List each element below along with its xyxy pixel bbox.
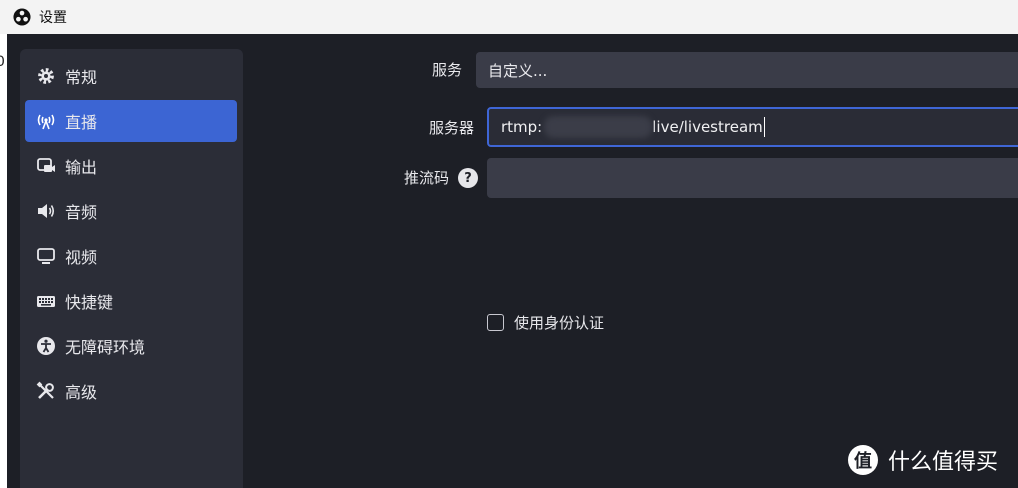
sidebar-item-advanced[interactable]: 高级: [25, 370, 237, 412]
service-select[interactable]: 自定义...: [476, 52, 1018, 88]
sidebar-item-output[interactable]: 输出: [25, 145, 237, 187]
background-window-edge: 0: [0, 34, 7, 488]
service-selected-value: 自定义...: [488, 61, 548, 80]
sidebar-item-stream[interactable]: 直播: [25, 100, 237, 142]
redacted-blur: [544, 116, 653, 138]
accessibility-icon: [35, 335, 57, 357]
text-cursor: [763, 117, 765, 137]
sidebar-item-label: 快捷键: [65, 293, 114, 312]
sidebar-item-accessibility[interactable]: 无障碍环境: [25, 325, 237, 367]
window-title: 设置: [39, 10, 67, 26]
output-icon: [35, 155, 57, 177]
sidebar-item-label: 视频: [65, 248, 98, 267]
server-input[interactable]: rtmp: live/livestream: [487, 107, 1018, 147]
sidebar-item-label: 高级: [65, 383, 98, 402]
sidebar-item-hotkeys[interactable]: 快捷键: [25, 280, 237, 322]
stream-key-label: 推流码: [404, 169, 450, 187]
sidebar-item-general[interactable]: 常规: [25, 55, 237, 97]
title-bar: 设置: [0, 0, 1018, 34]
speaker-icon: [35, 200, 57, 222]
sidebar-item-label: 输出: [65, 158, 98, 177]
watermark: 值 什么值得买: [848, 441, 998, 479]
use-auth-checkbox[interactable]: [487, 313, 504, 331]
obs-logo-icon: [13, 8, 31, 26]
monitor-icon: [35, 245, 57, 267]
watermark-logo-icon: 值: [848, 445, 878, 475]
tools-icon: [35, 380, 57, 402]
settings-sidebar: 常规 直播 输出 音频 视频 快捷键 无障碍环境 高级: [20, 49, 243, 488]
sidebar-item-video[interactable]: 视频: [25, 235, 237, 277]
use-auth-label: 使用身份认证: [514, 313, 605, 332]
sidebar-item-label: 无障碍环境: [65, 338, 146, 357]
server-prefix: rtmp:: [501, 118, 543, 136]
watermark-text: 什么值得买: [888, 450, 999, 475]
server-suffix: live/livestream: [652, 118, 763, 136]
gear-icon: [35, 65, 57, 87]
help-icon[interactable]: ?: [458, 168, 478, 188]
background-window-char: 0: [0, 54, 5, 70]
server-label: 服务器: [429, 119, 475, 137]
stream-key-input[interactable]: [487, 158, 1018, 198]
antenna-icon: [35, 110, 57, 132]
sidebar-item-audio[interactable]: 音频: [25, 190, 237, 232]
sidebar-item-label: 常规: [65, 68, 98, 87]
service-label: 服务: [432, 61, 463, 79]
use-auth-row[interactable]: 使用身份认证: [487, 311, 604, 333]
keyboard-icon: [35, 290, 57, 312]
sidebar-item-label: 直播: [65, 113, 98, 132]
sidebar-item-label: 音频: [65, 203, 98, 222]
